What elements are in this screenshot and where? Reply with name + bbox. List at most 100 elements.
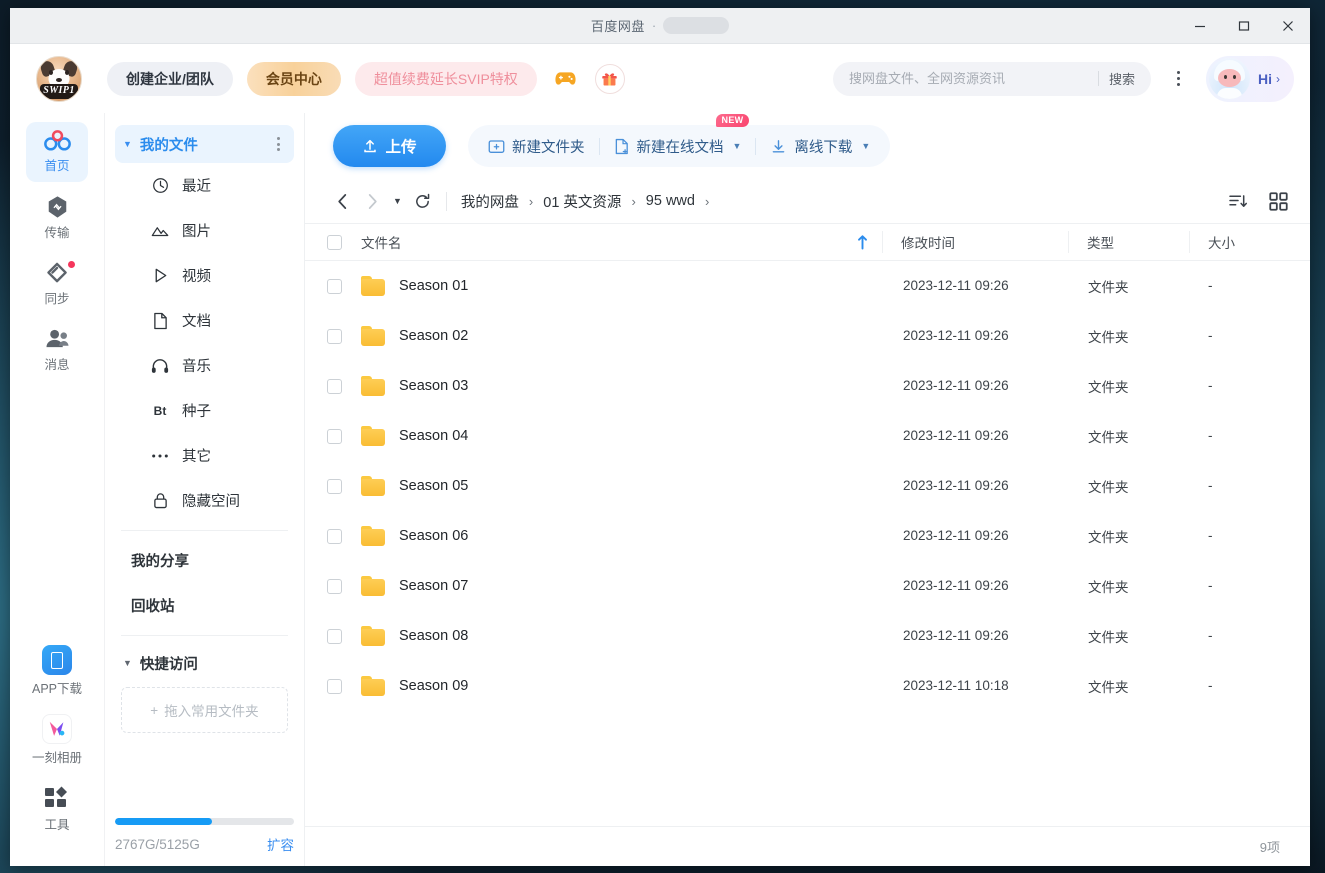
row-checkbox[interactable] xyxy=(327,678,342,694)
rail-item-home[interactable]: 首页 xyxy=(26,122,88,182)
table-row[interactable]: Season 06 2023-12-11 09:26 文件夹 - xyxy=(305,511,1310,561)
rail-item-message[interactable]: 消息 xyxy=(26,320,88,380)
rail-item-album-label: 一刻相册 xyxy=(31,751,82,765)
chevron-down-icon[interactable]: ▼ xyxy=(861,141,870,151)
sidebar-item-others[interactable]: 其它 xyxy=(115,433,294,478)
breadcrumb-item-1[interactable]: 01 英文资源 xyxy=(543,191,621,212)
column-header-name[interactable]: 文件名 xyxy=(361,232,882,252)
sidebar-item-my-files[interactable]: ▼ 我的文件 xyxy=(115,125,294,163)
offline-download-button[interactable]: 离线下载 ▼ xyxy=(756,125,884,167)
sidebar-item-videos[interactable]: 视频 xyxy=(115,253,294,298)
sidebar-item-hidden-space[interactable]: 隐藏空间 xyxy=(115,478,294,523)
search-bar[interactable]: 搜索 xyxy=(833,61,1151,96)
gamepad-icon[interactable] xyxy=(551,64,581,94)
table-row[interactable]: Season 05 2023-12-11 09:26 文件夹 - xyxy=(305,461,1310,511)
new-folder-button[interactable]: 新建文件夹 xyxy=(474,125,599,167)
table-row[interactable]: Season 07 2023-12-11 09:26 文件夹 - xyxy=(305,561,1310,611)
row-checkbox[interactable] xyxy=(327,278,342,294)
table-row[interactable]: Season 01 2023-12-11 09:26 文件夹 - xyxy=(305,261,1310,311)
kebab-dot-1 xyxy=(277,137,280,140)
new-online-doc-button[interactable]: NEW 新建在线文档 ▼ xyxy=(600,114,756,167)
sidebar-item-recycle-bin[interactable]: 回收站 xyxy=(115,583,294,628)
chevron-down-icon[interactable]: ▼ xyxy=(123,658,132,668)
gift-glyph xyxy=(602,73,618,86)
minimize-button[interactable] xyxy=(1178,8,1222,43)
row-size-cell: - xyxy=(1190,677,1310,695)
row-checkbox[interactable] xyxy=(327,528,342,544)
history-dropdown-icon[interactable]: ▼ xyxy=(387,196,408,206)
rail-item-transfer[interactable]: 传输 xyxy=(26,188,88,248)
row-type-cell: 文件夹 xyxy=(1070,476,1190,497)
breadcrumb-item-2[interactable]: 95 wwd xyxy=(646,193,695,209)
table-row[interactable]: Season 04 2023-12-11 09:26 文件夹 - xyxy=(305,411,1310,461)
row-checkbox[interactable] xyxy=(327,628,342,644)
main-panel: 上传 新建文件夹 NEW 新建在线文档 ▼ 离线下载 ▼ ▼ 我的网盘 › 01… xyxy=(305,113,1310,866)
user-account-button[interactable]: Hi › xyxy=(1206,55,1294,102)
row-checkbox[interactable] xyxy=(327,378,342,394)
quick-access-dropzone[interactable]: + 拖入常用文件夹 xyxy=(121,687,288,733)
row-name-cell: Season 08 xyxy=(361,626,885,646)
refresh-button[interactable] xyxy=(408,186,438,216)
sidebar-item-music[interactable]: 音乐 xyxy=(115,343,294,388)
sidebar-item-my-shares[interactable]: 我的分享 xyxy=(115,538,294,583)
column-header-size[interactable]: 大小 xyxy=(1190,232,1310,253)
column-header-type[interactable]: 类型 xyxy=(1069,232,1189,253)
chevron-down-icon[interactable]: ▼ xyxy=(123,139,132,149)
sidebar-item-documents[interactable]: 文档 xyxy=(115,298,294,343)
row-checkbox[interactable] xyxy=(327,578,342,594)
upload-button[interactable]: 上传 xyxy=(333,125,446,167)
row-type: 文件夹 xyxy=(1088,579,1129,595)
rail-item-home-label: 首页 xyxy=(44,159,70,173)
chevron-down-icon[interactable]: ▼ xyxy=(733,141,742,151)
rail-item-app-download[interactable]: APP下载 xyxy=(26,641,88,701)
rail-item-album[interactable]: 一刻相册 xyxy=(26,710,88,770)
expand-storage-link[interactable]: 扩容 xyxy=(267,834,294,854)
row-checkbox[interactable] xyxy=(327,478,342,494)
row-name-cell: Season 02 xyxy=(361,326,885,346)
select-all-checkbox[interactable] xyxy=(327,234,342,250)
row-mtime: 2023-12-11 09:26 xyxy=(903,328,1009,343)
column-header-mtime[interactable]: 修改时间 xyxy=(883,232,1068,253)
window-title-text: 百度网盘 xyxy=(590,19,645,34)
search-input[interactable] xyxy=(849,71,1088,86)
row-checkbox[interactable] xyxy=(327,328,342,344)
search-button[interactable]: 搜索 xyxy=(1109,69,1147,88)
sidebar-my-files-label: 我的文件 xyxy=(139,137,198,154)
row-size: - xyxy=(1208,278,1213,293)
sidebar-my-files-menu-icon[interactable] xyxy=(273,133,284,155)
sidebar-item-others-label: 其它 xyxy=(182,449,211,465)
nav-forward-button[interactable] xyxy=(357,186,387,216)
sidebar-divider-1 xyxy=(121,530,288,531)
row-size: - xyxy=(1208,528,1213,543)
sidebar-item-images[interactable]: 图片 xyxy=(115,208,294,253)
sidebar-item-torrent[interactable]: Bt 种子 xyxy=(115,388,294,433)
grid-view-button[interactable] xyxy=(1262,186,1294,216)
sidebar-item-recent[interactable]: 最近 xyxy=(115,163,294,208)
table-row[interactable]: Season 02 2023-12-11 09:26 文件夹 - xyxy=(305,311,1310,361)
rail-item-tools[interactable]: 工具 xyxy=(26,779,88,839)
row-checkbox[interactable] xyxy=(327,428,342,444)
row-select-cell xyxy=(327,278,361,294)
table-row[interactable]: Season 09 2023-12-11 10:18 文件夹 - xyxy=(305,661,1310,711)
gift-icon[interactable] xyxy=(594,63,625,94)
create-team-button[interactable]: 创建企业/团队 xyxy=(107,61,233,96)
sidebar-quick-access-header[interactable]: ▼ 快捷访问 xyxy=(115,643,294,683)
table-row[interactable]: Season 08 2023-12-11 09:26 文件夹 - xyxy=(305,611,1310,661)
table-row[interactable]: Season 03 2023-12-11 09:26 文件夹 - xyxy=(305,361,1310,411)
member-center-button[interactable]: 会员中心 xyxy=(246,61,341,96)
nav-back-button[interactable] xyxy=(327,186,357,216)
status-bar: 9项 xyxy=(305,826,1310,866)
more-options-icon[interactable] xyxy=(1163,64,1193,94)
phone-glyph xyxy=(51,651,63,669)
brand-logo-icon[interactable]: SWIP1 xyxy=(36,55,82,102)
maximize-button[interactable] xyxy=(1222,8,1266,43)
folder-icon xyxy=(361,276,385,296)
rail-item-sync[interactable]: 同步 xyxy=(26,254,88,314)
row-type-cell: 文件夹 xyxy=(1070,326,1190,347)
clock-icon xyxy=(149,177,171,194)
breadcrumb-item-0[interactable]: 我的网盘 xyxy=(461,191,519,212)
close-button[interactable] xyxy=(1266,8,1310,43)
sort-list-button[interactable] xyxy=(1222,186,1254,216)
row-mtime-cell: 2023-12-11 09:26 xyxy=(885,577,1070,595)
svip-renew-button[interactable]: 超值续费延长SVIP特权 xyxy=(354,61,537,96)
